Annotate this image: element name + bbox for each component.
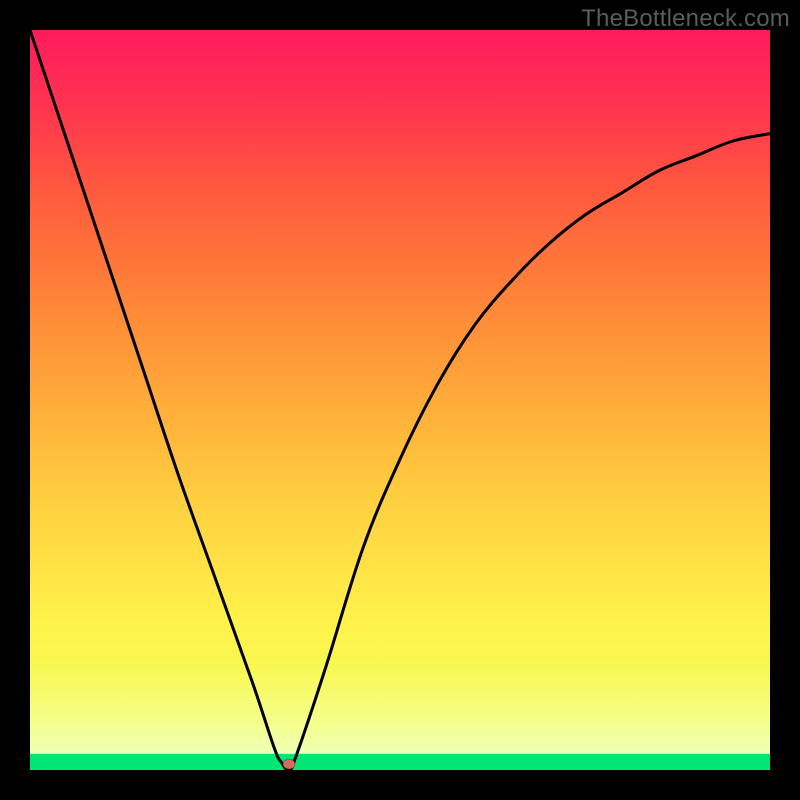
bottleneck-curve bbox=[30, 30, 770, 770]
chart-frame: TheBottleneck.com bbox=[0, 0, 800, 800]
plot-area bbox=[30, 30, 770, 770]
minimum-marker bbox=[283, 759, 295, 769]
watermark-text: TheBottleneck.com bbox=[581, 5, 790, 33]
curve-layer bbox=[30, 30, 770, 770]
